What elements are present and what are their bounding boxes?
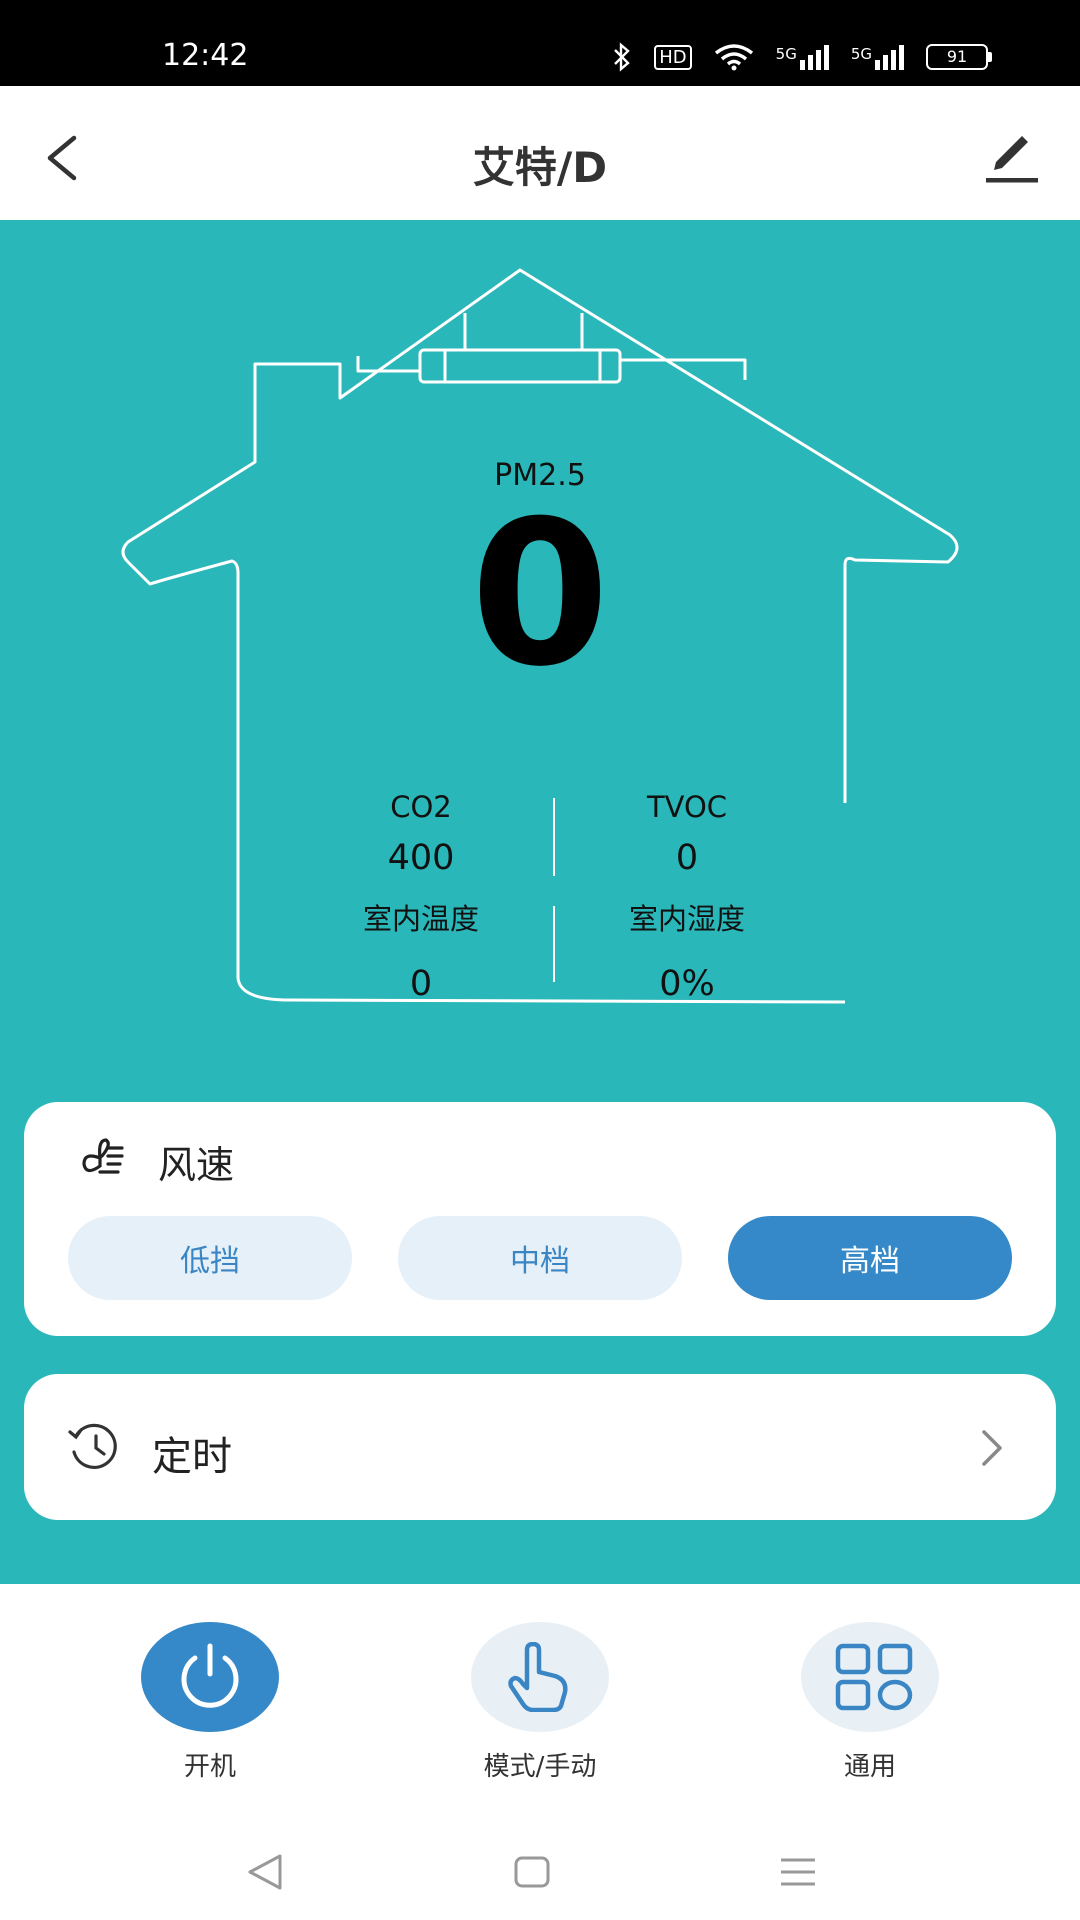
tvoc-metric: TVOC 0 xyxy=(567,790,807,878)
fan-icon xyxy=(82,1138,124,1174)
bottom-bar: 开机 模式/手动 通用 xyxy=(0,1584,1080,1920)
status-time: 12:42 xyxy=(162,38,249,73)
nav-power[interactable]: 开机 xyxy=(90,1622,330,1783)
metric-divider-top xyxy=(553,798,555,876)
metric-divider-bottom xyxy=(553,906,555,982)
battery-icon: 91 xyxy=(926,44,992,70)
power-button[interactable] xyxy=(141,1622,279,1732)
system-back-icon[interactable] xyxy=(244,1852,286,1892)
wifi-icon xyxy=(714,44,753,71)
temperature-metric: 室内温度 0 xyxy=(301,896,541,1004)
nav-mode[interactable]: 模式/手动 xyxy=(420,1622,660,1783)
system-home-icon[interactable] xyxy=(512,1852,552,1892)
power-icon xyxy=(181,1643,239,1708)
speed-high-button[interactable]: 高档 xyxy=(728,1216,1012,1300)
humidity-metric: 室内湿度 0% xyxy=(567,896,807,1004)
battery-level: 91 xyxy=(946,47,968,66)
temperature-value: 0 xyxy=(409,964,433,1004)
tvoc-value: 0 xyxy=(675,838,699,878)
general-button[interactable] xyxy=(801,1622,939,1732)
humidity-label: 室内湿度 xyxy=(628,902,745,936)
page-title: 艾特/D xyxy=(472,143,608,192)
signal-icon-1: 5G xyxy=(775,44,829,70)
co2-label: CO2 xyxy=(390,790,452,824)
temperature-label: 室内温度 xyxy=(362,902,479,936)
mode-button[interactable] xyxy=(471,1622,609,1732)
speed-low-button[interactable]: 低挡 xyxy=(68,1216,352,1300)
wind-speed-card: 风速 低挡 中档 高档 xyxy=(24,1102,1056,1336)
nav-mode-label: 模式/手动 xyxy=(483,1752,597,1782)
wind-speed-title: 风速 xyxy=(158,1143,235,1187)
timer-card[interactable]: 定时 xyxy=(24,1374,1056,1520)
timer-clock-icon xyxy=(68,1423,117,1469)
bluetooth-icon xyxy=(614,42,631,72)
edit-pencil-icon[interactable] xyxy=(982,128,1042,188)
network-label-2: 5G xyxy=(850,44,872,63)
signal-icon-2: 5G xyxy=(850,44,904,70)
pm25-value: 0 xyxy=(470,478,610,711)
network-label-1: 5G xyxy=(775,44,797,63)
speed-medium-button[interactable]: 中档 xyxy=(398,1216,682,1300)
nav-power-label: 开机 xyxy=(183,1752,236,1782)
grid-icon xyxy=(835,1643,913,1711)
tvoc-label: TVOC xyxy=(646,790,728,824)
timer-title: 定时 xyxy=(152,1434,232,1480)
title-bar: 艾特/D xyxy=(0,86,1080,220)
co2-value: 400 xyxy=(387,838,455,878)
system-menu-icon[interactable] xyxy=(778,1852,818,1892)
nav-general-label: 通用 xyxy=(843,1752,896,1782)
nav-general[interactable]: 通用 xyxy=(750,1622,990,1783)
co2-metric: CO2 400 xyxy=(301,790,541,878)
main-panel: PM2.5 0 CO2 400 TVOC 0 室内温度 0 室内湿度 0% 风速… xyxy=(0,220,1080,1584)
humidity-value: 0% xyxy=(659,964,715,1004)
hand-pointer-icon xyxy=(508,1642,568,1712)
chevron-right-icon xyxy=(982,1430,1002,1466)
hd-badge: HD xyxy=(654,44,692,70)
status-bar: 12:42 HD 5G 5G 91 xyxy=(0,0,1080,86)
status-icons: HD 5G 5G 91 xyxy=(612,42,992,72)
